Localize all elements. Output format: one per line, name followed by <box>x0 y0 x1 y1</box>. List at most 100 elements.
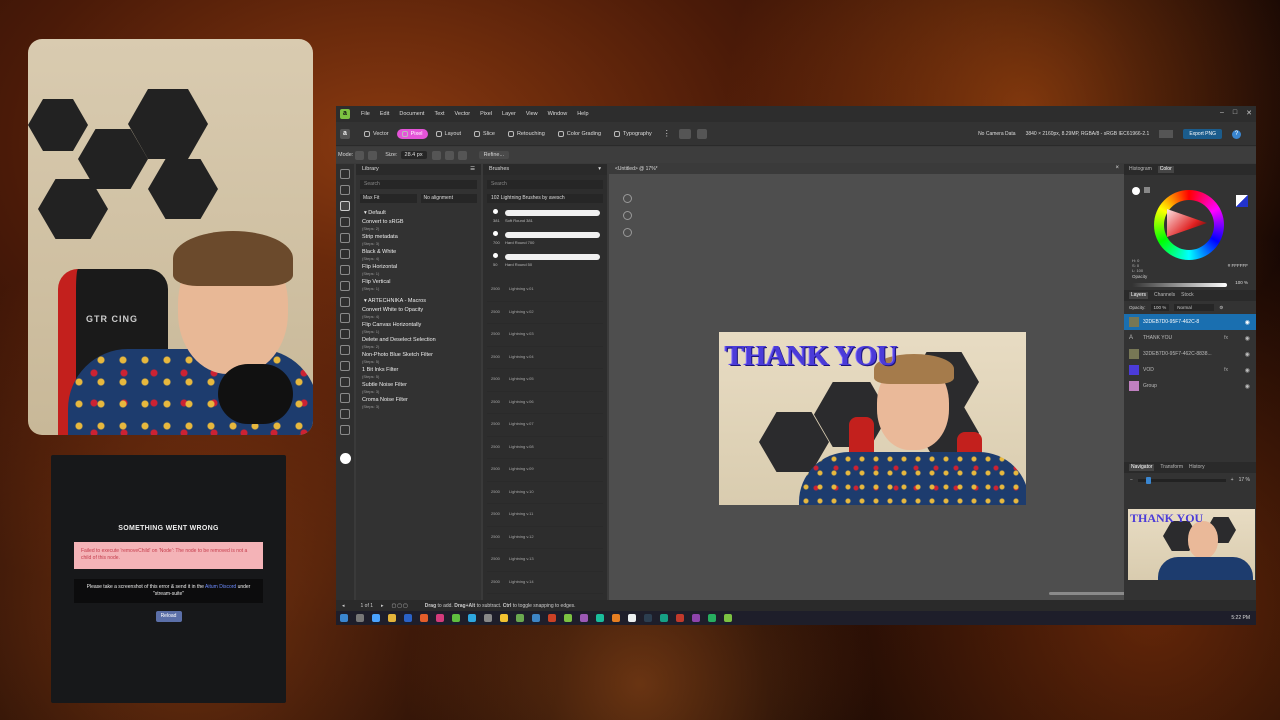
menu-document[interactable]: Document <box>399 111 424 117</box>
brush-item[interactable]: 2500 Lightning v.02 <box>487 302 603 324</box>
menu-window[interactable]: Window <box>548 111 568 117</box>
close-document-icon[interactable]: × <box>1115 165 1119 171</box>
tab-channels[interactable]: Channels <box>1154 292 1175 299</box>
view-tool-icon[interactable] <box>340 185 350 195</box>
gear-icon[interactable] <box>623 194 632 203</box>
transform-icon[interactable] <box>696 128 707 139</box>
fx-icon[interactable]: fx <box>1224 367 1228 373</box>
brush-settings-icon[interactable] <box>623 211 632 220</box>
visibility-icon[interactable]: ◉ <box>1245 383 1250 390</box>
brush-item[interactable]: 50 Hard Round 50 <box>487 251 603 273</box>
visibility-icon[interactable]: ◉ <box>1245 335 1250 342</box>
color-swatch[interactable] <box>339 453 351 464</box>
reload-button[interactable]: Reload <box>155 611 182 622</box>
canvas-area[interactable]: <Untitled> @ 17%* × THANK YOU <box>609 164 1209 600</box>
library-group[interactable]: ▾ ARTECHNIKA - Macros <box>356 298 481 304</box>
shape-tool-icon[interactable] <box>340 361 350 371</box>
assistant-icon[interactable] <box>1159 130 1174 138</box>
file-explorer-icon[interactable] <box>388 614 396 622</box>
more-icon[interactable]: ⋮ <box>663 129 671 138</box>
hex-value[interactable]: # FFFFFF <box>1228 263 1248 268</box>
menu-pixel[interactable]: Pixel <box>480 111 492 117</box>
start-icon[interactable] <box>340 614 348 622</box>
brush-item[interactable]: 2500 Lightning v.08 <box>487 437 603 459</box>
discord-link[interactable]: Aitum Discord <box>205 584 236 590</box>
prev-page-icon[interactable]: ◂ <box>342 603 345 609</box>
maximize-icon[interactable]: □ <box>1233 109 1237 117</box>
app-icon[interactable] <box>532 614 540 622</box>
brush-item[interactable]: 2500 Lightning v.09 <box>487 459 603 482</box>
brush-category-select[interactable]: 102 Lightning Brushes by avesch <box>487 194 603 203</box>
align-select[interactable]: No alignment <box>420 194 477 203</box>
visibility-icon[interactable]: ◉ <box>1245 319 1250 326</box>
color-wheel[interactable] <box>1154 190 1224 260</box>
minimize-icon[interactable]: – <box>1220 109 1224 117</box>
app-icon[interactable] <box>628 614 636 622</box>
document-tab[interactable]: <Untitled> @ 17%* × <box>609 164 1124 174</box>
export-button[interactable]: Export PNG <box>1183 129 1222 139</box>
brush-item[interactable]: 2500 Lightning v.13 <box>487 549 603 572</box>
brush-item[interactable]: 2500 Lightning v.14 <box>487 572 603 594</box>
panel-collapse-icon[interactable]: ▾ <box>598 166 601 173</box>
library-group[interactable]: ▾ Default <box>356 210 481 216</box>
app-icon[interactable] <box>548 614 556 622</box>
persona-pixel[interactable]: Pixel <box>396 128 428 139</box>
layer-opacity-field[interactable]: 100 % <box>1150 304 1170 311</box>
task-view-icon[interactable] <box>372 614 380 622</box>
library-item[interactable]: Strip metadata (Steps: 3) <box>362 234 481 246</box>
tab-stock[interactable]: Stock <box>1181 292 1194 299</box>
tab-navigator[interactable]: Navigator <box>1129 464 1155 471</box>
eyedropper-icon[interactable] <box>1144 187 1150 193</box>
app-icon[interactable] <box>484 614 492 622</box>
navigator-preview[interactable]: THANK YOU <box>1128 509 1255 580</box>
snapping-icon[interactable] <box>678 128 691 139</box>
app-icon[interactable] <box>676 614 684 622</box>
library-item[interactable]: 1 Bit Inks Filter (Steps: 5) <box>362 367 481 379</box>
stabilizer-icon[interactable] <box>623 228 632 237</box>
dodge-tool-icon[interactable] <box>340 297 350 307</box>
library-item[interactable]: Black & White (Steps: 4) <box>362 249 481 261</box>
app-icon[interactable] <box>708 614 716 622</box>
erase-tool-icon[interactable] <box>340 265 350 275</box>
mode-add-icon[interactable] <box>355 150 365 160</box>
layer-row[interactable]: VOD fx ◉ <box>1124 362 1256 378</box>
library-item[interactable]: Delete and Deselect Selection (Steps: 2) <box>362 337 481 349</box>
brush-item[interactable]: 2500 Lightning v.05 <box>487 369 603 392</box>
fill-swatch[interactable] <box>1132 187 1140 195</box>
visibility-icon[interactable]: ◉ <box>1245 367 1250 374</box>
menu-file[interactable]: File <box>361 111 370 117</box>
zoom-out-icon[interactable]: − <box>1130 477 1133 483</box>
menu-text[interactable]: Text <box>434 111 444 117</box>
library-item[interactable]: Subtle Noise Filter (Steps: 3) <box>362 382 481 394</box>
tab-transform[interactable]: Transform <box>1160 464 1183 471</box>
brush-item[interactable]: 700 Hard Round 700 <box>487 229 603 251</box>
document-canvas[interactable]: THANK YOU <box>719 332 1026 505</box>
library-item[interactable]: Non-Photo Blue Sketch Filter (Steps: 5) <box>362 352 481 364</box>
app-icon[interactable] <box>724 614 732 622</box>
tab-histogram[interactable]: Histogram <box>1129 166 1152 173</box>
snap-option-icon[interactable] <box>444 150 454 160</box>
selection-brush-tool-icon[interactable] <box>340 201 350 211</box>
library-item[interactable]: Convert White to Opacity (Steps: 4) <box>362 307 481 319</box>
blend-mode-select[interactable]: Normal <box>1174 304 1215 311</box>
app-icon[interactable] <box>420 614 428 622</box>
layer-row[interactable]: 32DEB7D0-95F7-462C-8838... ◉ <box>1124 346 1256 362</box>
sample-option-icon[interactable] <box>457 150 467 160</box>
app-icon[interactable] <box>436 614 444 622</box>
persona-typography[interactable]: Typography <box>609 129 657 139</box>
search-icon[interactable] <box>356 614 364 622</box>
brushes-search[interactable]: Search <box>487 180 603 189</box>
app-icon[interactable] <box>564 614 572 622</box>
app-icon[interactable] <box>468 614 476 622</box>
app-icon[interactable] <box>452 614 460 622</box>
menu-edit[interactable]: Edit <box>380 111 389 117</box>
help-icon[interactable]: ? <box>1232 129 1241 139</box>
taskbar-clock[interactable]: 5:22 PM <box>1231 615 1250 621</box>
brush-item[interactable]: 2500 Lightning v.06 <box>487 392 603 414</box>
brush-item[interactable]: 2500 Lightning v.04 <box>487 347 603 369</box>
status-tool-icons[interactable]: ▢▢▢ <box>392 603 409 609</box>
library-search[interactable]: Search <box>360 180 477 189</box>
flood-select-tool-icon[interactable] <box>340 233 350 243</box>
tab-color[interactable]: Color <box>1157 166 1174 173</box>
marquee-tool-icon[interactable] <box>340 217 350 227</box>
